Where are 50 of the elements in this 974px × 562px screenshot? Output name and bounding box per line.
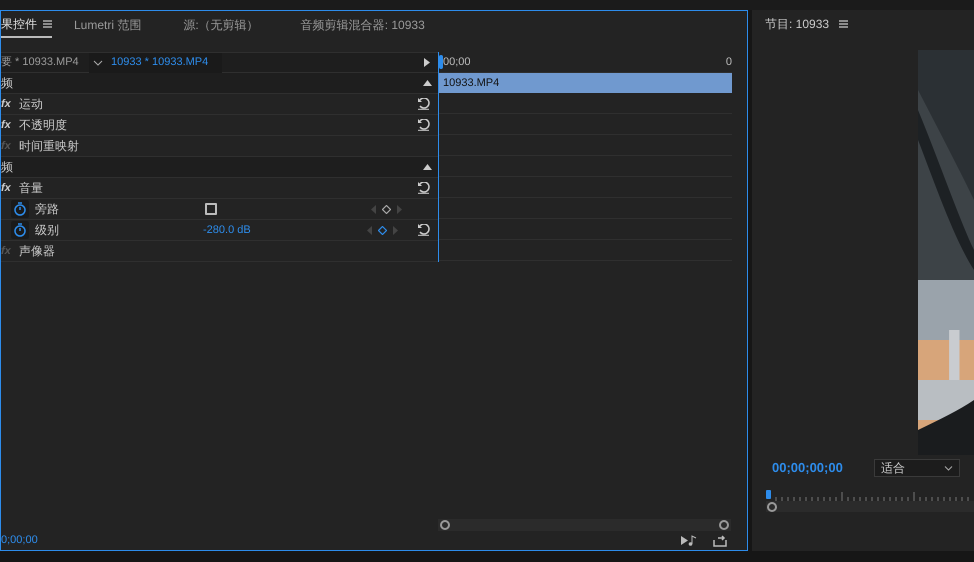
menu-icon[interactable] (43, 20, 52, 28)
chevron-icon (944, 466, 953, 470)
parameter-name: 旁路 (35, 201, 60, 218)
collapse-triangle-icon[interactable] (423, 164, 432, 170)
menu-icon[interactable] (839, 20, 848, 28)
play-triangle-icon[interactable] (424, 58, 430, 67)
timecode[interactable]: 00;00;00;00 (772, 458, 874, 478)
clip-bar[interactable]: 10933.MP4 (439, 73, 732, 93)
playhead[interactable] (439, 55, 443, 69)
reset-icon[interactable] (417, 182, 430, 194)
parameter-name: 级别 (35, 222, 60, 239)
keyframe-icon[interactable] (378, 226, 387, 234)
reset-icon[interactable] (417, 224, 430, 236)
scroll-bar[interactable] (438, 519, 731, 531)
effect-name[interactable]: 不透明度 (19, 116, 67, 134)
ruler-timecode: 00;00 (443, 55, 471, 70)
timecode[interactable]: 0;00;00 (1, 532, 438, 549)
scroll-handle-icon[interactable] (440, 520, 450, 530)
ruler-timecode: 0 (726, 55, 732, 70)
effect-name[interactable]: 声像器 (19, 242, 55, 260)
effect-name[interactable]: 运动 (19, 95, 43, 113)
panel-tab[interactable]: 果控件 (1, 11, 52, 38)
scroll-handle-icon[interactable] (719, 520, 729, 530)
reset-icon[interactable] (417, 119, 430, 131)
checkbox[interactable] (205, 203, 217, 215)
keyframe-icon[interactable] (382, 204, 391, 214)
reset-icon[interactable] (417, 98, 430, 110)
collapse-triangle-icon[interactable] (423, 80, 432, 86)
export-icon[interactable] (713, 534, 727, 546)
clip-dropdown[interactable]: 10933 * 10933.MP4 (89, 52, 222, 72)
zoom-dropdown[interactable]: 适合 (874, 459, 960, 477)
stopwatch-icon[interactable] (11, 221, 29, 239)
zoom-scroll-bar[interactable] (766, 501, 974, 512)
section-label: 频 (1, 75, 13, 92)
effect-toggle[interactable]: fx (1, 116, 19, 134)
effect-toggle[interactable]: fx (1, 180, 19, 196)
effect-toggle[interactable]: fx (1, 96, 19, 112)
effect-name[interactable]: 音量 (19, 179, 43, 197)
chevron-icon (93, 60, 103, 66)
stopwatch-icon[interactable] (11, 200, 29, 218)
panel-title[interactable]: 节目: 10933 (765, 14, 830, 32)
play-audio-icon[interactable] (681, 535, 697, 546)
section-label: 频 (1, 159, 13, 176)
master-clip-label[interactable]: 要 * 10933.MP4 (1, 54, 89, 71)
panel-tab[interactable]: 源:（无剪辑） (183, 11, 259, 38)
value-field[interactable]: -280.0 dB (203, 222, 293, 238)
panel-tab[interactable]: 音频剪辑混合器: 10933 (300, 11, 425, 38)
scroll-handle-icon[interactable] (767, 502, 777, 512)
effect-name[interactable]: 时间重映射 (19, 137, 79, 155)
panel-tab[interactable]: Lumetri 范围 (74, 11, 142, 38)
